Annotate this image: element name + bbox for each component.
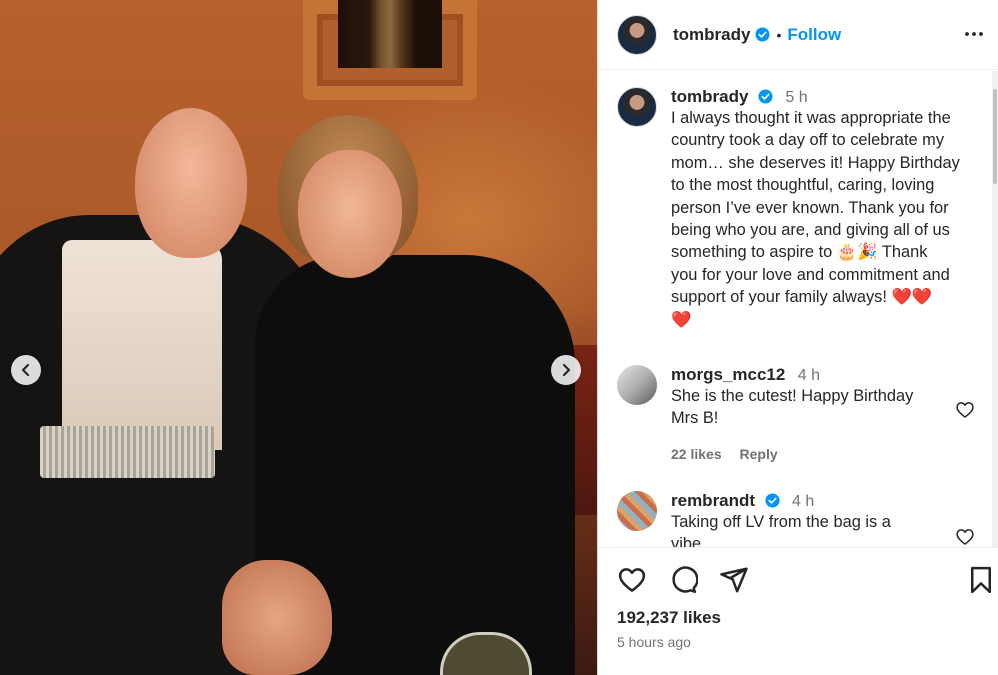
comment-heart-icon[interactable] [955, 527, 975, 547]
caption-line: country took a day off to celebrate my [671, 131, 945, 150]
caption-text: I always thought it was appropriate the … [671, 107, 977, 331]
commenter-username[interactable]: rembrandt [671, 491, 755, 510]
man-shirt [62, 240, 222, 450]
comment-meta: 22 likes Reply [671, 446, 977, 462]
header-separator: • [776, 26, 782, 43]
comment-text: She is the cutest! Happy Birthday Mrs B! [671, 385, 977, 430]
share-icon[interactable] [719, 565, 749, 595]
man-face [135, 108, 247, 258]
comment-text: Taking off LV from the bag is a vibe [671, 511, 977, 547]
chevron-left-icon [21, 363, 30, 377]
post-timestamp[interactable]: 5 hours ago [617, 634, 691, 650]
post-actions: 192,237 likes 5 hours ago [598, 547, 998, 675]
caption-line: something to aspire to 🎂🎉 Thank [671, 243, 928, 262]
caption-line: person I’ve ever known. Thank you for [671, 198, 949, 217]
woman-face [298, 150, 402, 278]
comment-line: Mrs B! [671, 409, 719, 428]
like-count[interactable]: 192,237 likes [617, 608, 721, 628]
wall-window [338, 0, 442, 68]
carousel-prev-button[interactable] [11, 355, 41, 385]
man-cummerbund [40, 426, 215, 478]
caption-line: you for your love and commitment and [671, 265, 950, 284]
comment-reply-button[interactable]: Reply [740, 446, 778, 462]
comment-icon[interactable] [668, 565, 698, 595]
carousel-next-button[interactable] [551, 355, 581, 385]
commenter-avatar[interactable] [617, 365, 657, 405]
comment-line: She is the cutest! Happy Birthday [671, 387, 914, 405]
caption-avatar[interactable] [617, 87, 657, 127]
caption-time[interactable]: 5 h [785, 89, 807, 106]
comment-item: morgs_mcc12 4 h She is the cutest! Happy… [617, 365, 977, 462]
author-avatar[interactable] [617, 14, 657, 55]
comments-list[interactable]: tombrady 5 h I always thought it was app… [598, 71, 998, 547]
comments-scrollbar[interactable] [992, 71, 998, 547]
post-side-panel: tombrady • Follow tombrady 5 h I always … [597, 0, 998, 675]
chevron-right-icon [562, 363, 571, 377]
verified-badge-icon [758, 89, 773, 104]
post-header: tombrady • Follow [598, 0, 998, 70]
commenter-avatar[interactable] [617, 491, 657, 531]
scrollbar-thumb[interactable] [993, 89, 997, 184]
caption-username[interactable]: tombrady [671, 87, 748, 106]
verified-badge-icon [765, 493, 780, 508]
verified-badge-icon [755, 27, 770, 42]
caption-line: to the most thoughtful, caring, loving [671, 176, 935, 195]
post-photo[interactable] [0, 0, 597, 675]
comment-time[interactable]: 4 h [792, 493, 814, 510]
holding-hands [222, 560, 332, 675]
commenter-username[interactable]: morgs_mcc12 [671, 365, 785, 384]
caption-line: being who you are, and giving all of us [671, 221, 950, 240]
caption-line: mom… she deserves it! Happy Birthday [671, 153, 960, 172]
comment-line: vibe [671, 535, 702, 547]
comment-time[interactable]: 4 h [798, 367, 820, 384]
bookmark-icon[interactable] [966, 565, 996, 595]
caption-entry: tombrady 5 h I always thought it was app… [617, 87, 977, 331]
comment-body: rembrandt 4 h Taking off LV from the bag… [671, 491, 977, 547]
comment-likes[interactable]: 22 likes [671, 446, 722, 462]
caption-line: support of your family always! ❤️❤️ [671, 288, 933, 307]
author-username[interactable]: tombrady [673, 25, 750, 45]
comment-line: Taking off LV from the bag is a [671, 513, 891, 531]
caption-line: I always thought it was appropriate the [671, 109, 951, 127]
more-options-icon[interactable] [962, 22, 986, 46]
caption-body: tombrady 5 h I always thought it was app… [671, 87, 977, 331]
comment-item: rembrandt 4 h Taking off LV from the bag… [617, 491, 977, 547]
comment-heart-icon[interactable] [955, 400, 975, 420]
follow-button[interactable]: Follow [787, 25, 841, 45]
heart-icon[interactable] [617, 565, 647, 595]
comment-body: morgs_mcc12 4 h She is the cutest! Happy… [671, 365, 977, 462]
caption-line: ❤️ [671, 310, 692, 329]
